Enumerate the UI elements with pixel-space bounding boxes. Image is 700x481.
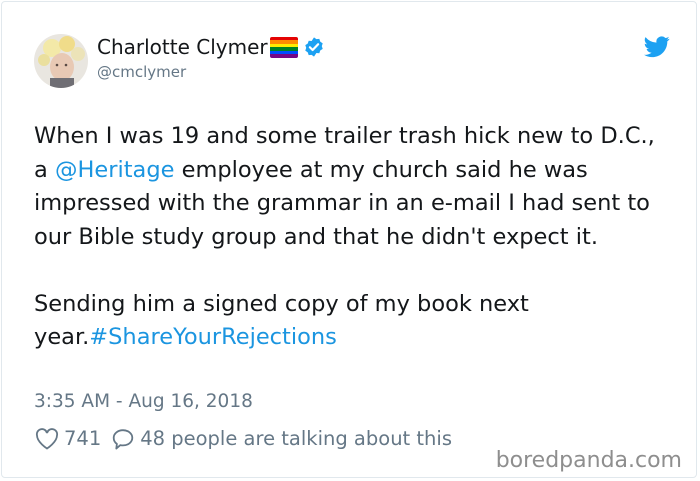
author-name-row[interactable]: Charlotte Clymer xyxy=(97,35,325,59)
like-count[interactable]: 741 xyxy=(64,427,101,450)
tweet-text: When I was 19 and some trailer trash hic… xyxy=(34,120,664,355)
author-display-name[interactable]: Charlotte Clymer xyxy=(97,35,268,59)
reply-bubble-icon[interactable] xyxy=(111,428,135,450)
hashtag-link[interactable]: #ShareYourRejections xyxy=(89,324,337,350)
tweet-paragraph-1: When I was 19 and some trailer trash hic… xyxy=(34,120,664,254)
watermark: boredpanda.com xyxy=(495,448,682,473)
twitter-bird-icon[interactable] xyxy=(644,36,670,58)
mention-link[interactable]: @Heritage xyxy=(55,157,175,183)
avatar[interactable] xyxy=(34,34,88,88)
tweet-card: Charlotte Clymer @cmclymer When I was 19… xyxy=(1,1,697,478)
verified-badge-icon xyxy=(304,37,323,57)
talking-count[interactable]: 48 people are talking about this xyxy=(140,427,452,450)
tweet-timestamp[interactable]: 3:35 AM - Aug 16, 2018 xyxy=(34,391,253,412)
heart-icon[interactable] xyxy=(35,427,59,450)
tweet-paragraph-2: Sending him a signed copy of my book nex… xyxy=(34,288,664,355)
rainbow-flag-icon xyxy=(269,36,298,58)
author-handle[interactable]: @cmclymer xyxy=(97,63,186,81)
tweet-actions: 741 48 people are talking about this xyxy=(35,427,452,450)
